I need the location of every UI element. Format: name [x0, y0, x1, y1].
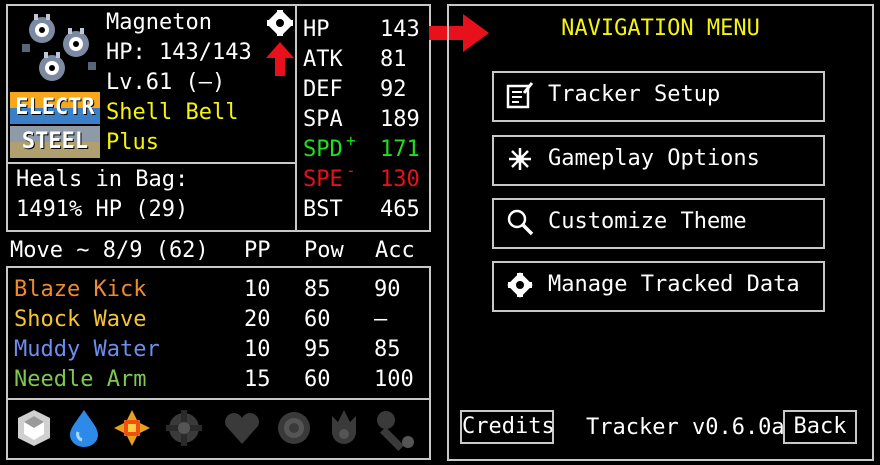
pokemon-ability: Plus — [106, 130, 159, 155]
moves-header-pow: Pow — [304, 238, 344, 263]
type-badge-steel: STEEL — [10, 126, 100, 158]
move-row[interactable]: Muddy Water 10 95 85 — [10, 338, 428, 366]
move-acc: — — [374, 307, 388, 332]
tracker-setup-label: Tracker Setup — [548, 82, 721, 107]
tracker-setup-button[interactable]: Tracker Setup — [492, 71, 825, 122]
move-name: Blaze Kick — [14, 277, 147, 302]
move-row[interactable]: Needle Arm 15 60 100 — [10, 368, 428, 396]
pokemon-level: Lv.61 (—) — [106, 70, 226, 95]
stone-badge-icon — [14, 408, 54, 448]
move-row[interactable]: Blaze Kick 10 85 90 — [10, 278, 428, 306]
manage-tracked-data-label: Manage Tracked Data — [548, 272, 800, 297]
stat-spe-value: 130 — [380, 167, 420, 192]
stat-def-value: 92 — [380, 77, 407, 102]
heals-label: Heals in Bag: — [16, 167, 189, 192]
heals-value: 1491% HP (29) — [16, 197, 189, 222]
sparkle-icon — [506, 145, 534, 173]
stat-bst-value: 465 — [380, 197, 420, 222]
stat-spe-label: SPE — [303, 167, 343, 192]
gear-icon — [506, 271, 534, 299]
cascade-badge-icon — [64, 408, 104, 448]
move-pp: 20 — [244, 307, 271, 332]
pokemon-item: Shell Bell — [106, 100, 239, 125]
move-acc: 90 — [374, 277, 401, 302]
stat-spd-value: 171 — [380, 137, 420, 162]
stat-atk-value: 81 — [380, 47, 407, 72]
move-pow: 95 — [304, 337, 331, 362]
marsh-badge-icon — [274, 408, 314, 448]
stat-atk-label: ATK — [303, 47, 343, 72]
move-acc: 100 — [374, 367, 414, 392]
customize-theme-label: Customize Theme — [548, 209, 747, 234]
move-name: Muddy Water — [14, 337, 160, 362]
moves-header-pp: PP — [244, 238, 271, 263]
earth-badge-icon — [374, 408, 418, 452]
thunder-badge-icon — [112, 408, 152, 448]
stat-def-label: DEF — [303, 77, 343, 102]
manage-tracked-data-button[interactable]: Manage Tracked Data — [492, 261, 825, 312]
type-badge-electric: ELECTR — [10, 92, 100, 124]
type-label-1: ELECTR — [15, 95, 95, 120]
stat-bst-label: BST — [303, 197, 343, 222]
stat-spe-mod: - — [346, 161, 356, 180]
stat-spa-value: 189 — [380, 107, 420, 132]
rainbow-badge-icon — [164, 408, 204, 448]
pokemon-sprite — [12, 10, 98, 90]
move-acc: 85 — [374, 337, 401, 362]
stat-hp-label: HP — [303, 17, 330, 42]
move-name: Shock Wave — [14, 307, 147, 332]
gameplay-options-button[interactable]: Gameplay Options — [492, 135, 825, 186]
volcano-badge-icon — [324, 408, 364, 448]
magnifier-icon — [506, 208, 534, 236]
stat-spd-label: SPD — [303, 137, 343, 162]
move-pp: 15 — [244, 367, 271, 392]
move-pp: 10 — [244, 337, 271, 362]
pokemon-hp: HP: 143/143 — [106, 40, 252, 65]
credits-button[interactable]: Credits — [460, 410, 555, 444]
move-pow: 60 — [304, 367, 331, 392]
pokemon-name: Magneton — [106, 10, 212, 35]
soul-badge-icon — [222, 408, 262, 448]
gameplay-options-label: Gameplay Options — [548, 146, 760, 171]
back-button[interactable]: Back — [783, 410, 857, 444]
notepad-icon — [506, 81, 534, 109]
move-pow: 85 — [304, 277, 331, 302]
stat-spa-label: SPA — [303, 107, 343, 132]
nav-title: NAVIGATION MENU — [561, 16, 760, 41]
moves-header-acc: Acc — [375, 238, 415, 263]
settings-gear-icon[interactable] — [265, 8, 295, 38]
move-row[interactable]: Shock Wave 20 60 — — [10, 308, 428, 336]
move-name: Needle Arm — [14, 367, 147, 392]
up-arrow-icon — [266, 42, 294, 76]
stat-hp-value: 143 — [380, 17, 420, 42]
move-pow: 60 — [304, 307, 331, 332]
moves-header-title: Move ~ 8/9 (62) — [10, 238, 209, 263]
move-pp: 10 — [244, 277, 271, 302]
type-label-2: STEEL — [21, 129, 89, 154]
customize-theme-button[interactable]: Customize Theme — [492, 198, 825, 249]
tracker-version: Tracker v0.6.0a — [586, 415, 785, 440]
stat-spd-mod: + — [346, 131, 356, 150]
